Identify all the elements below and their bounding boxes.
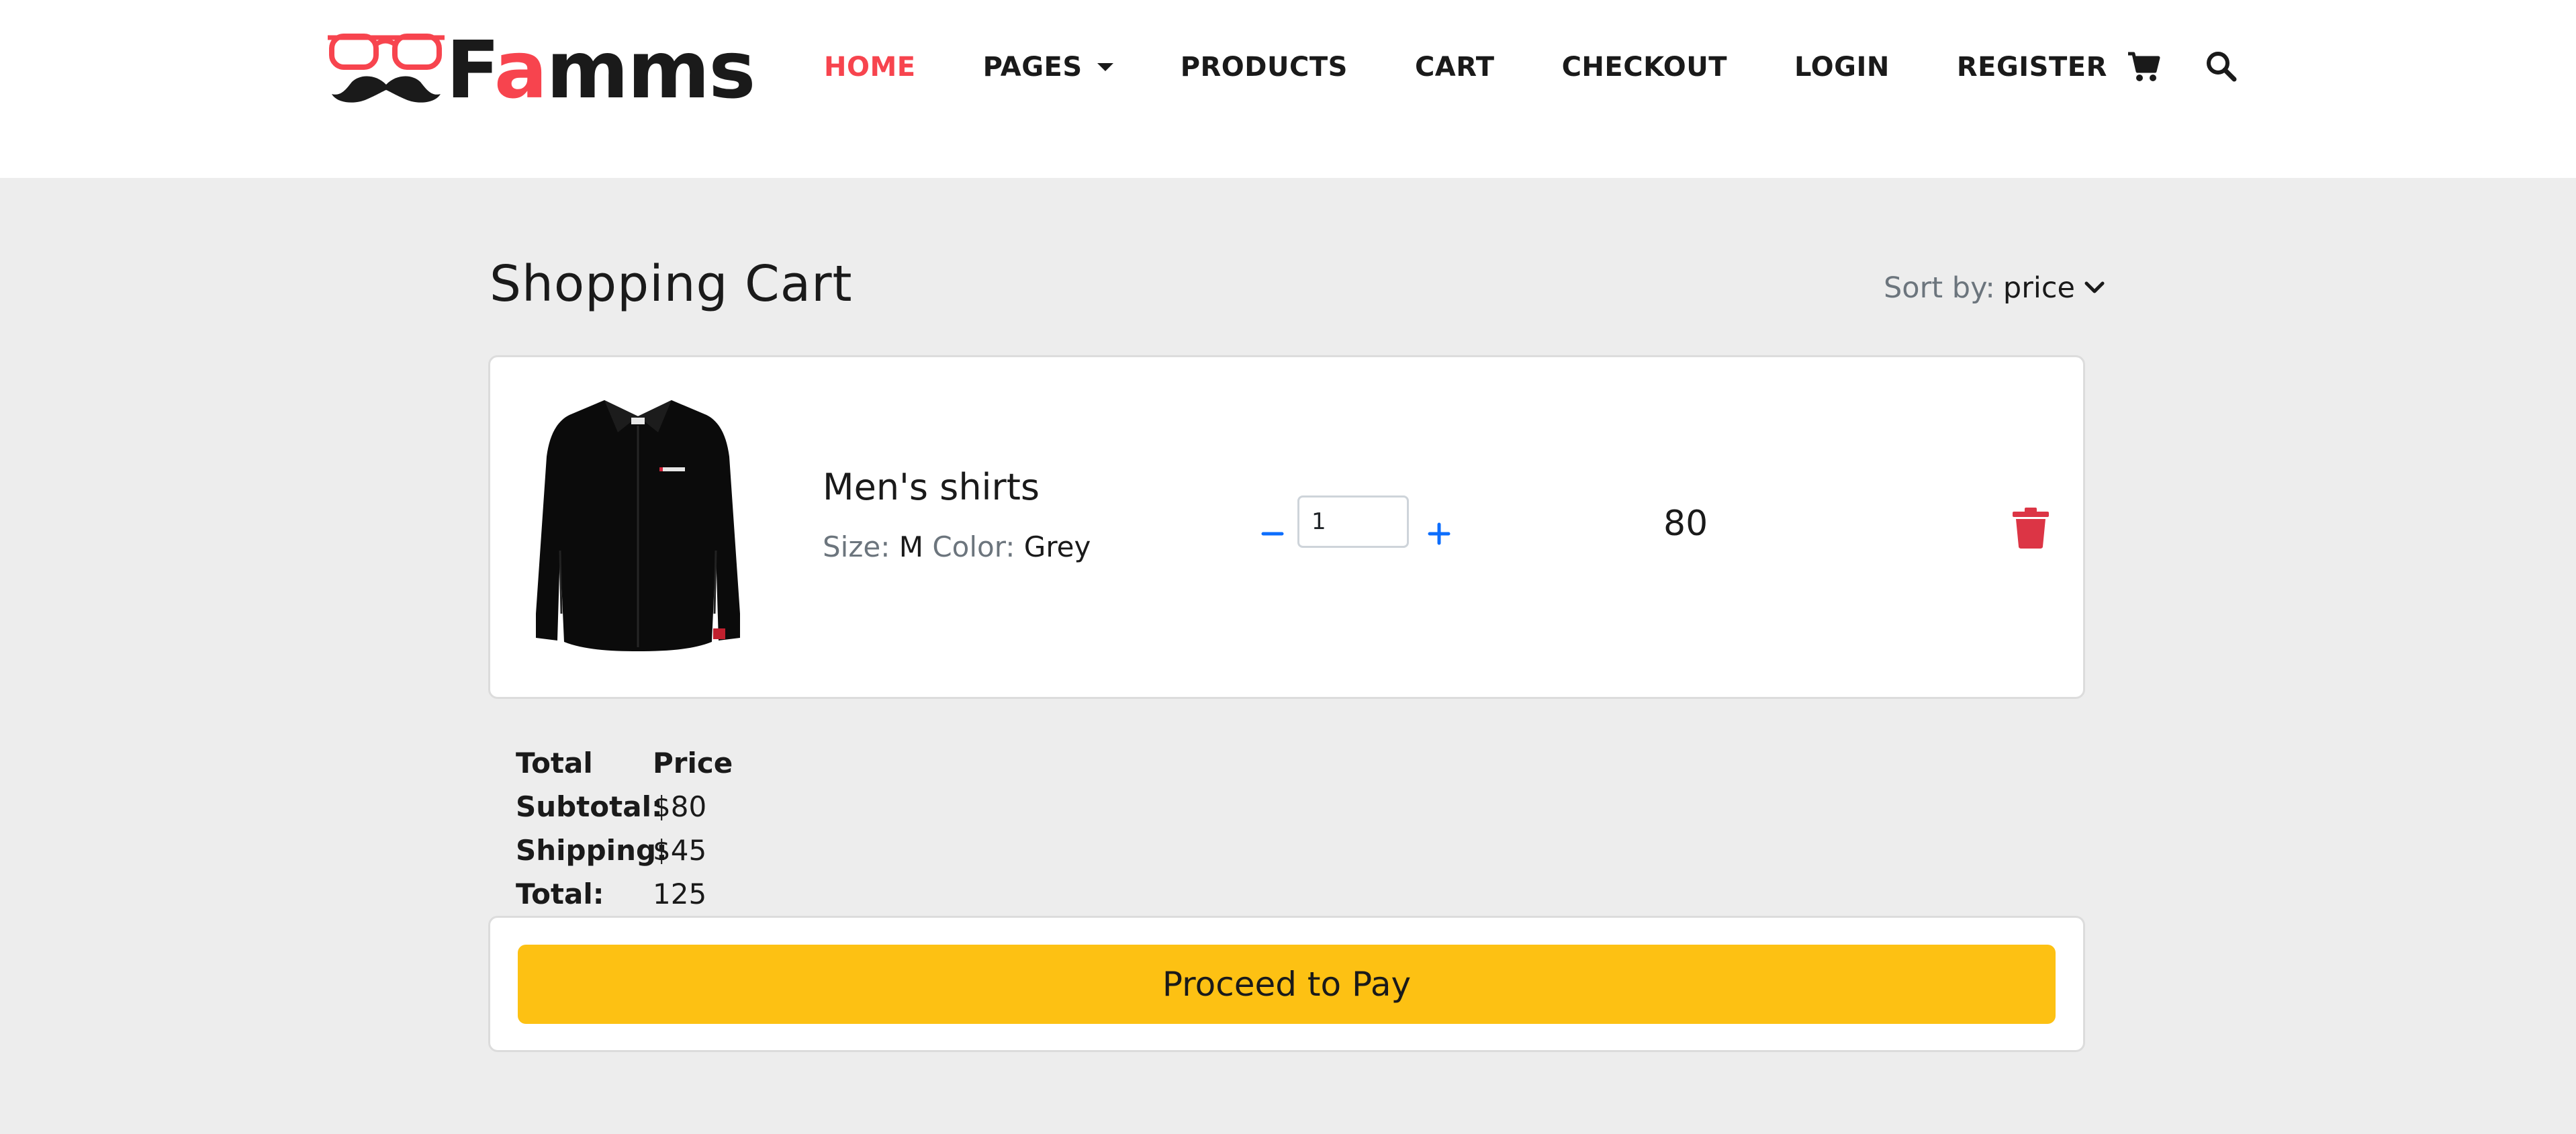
- size-label: Size:: [823, 530, 890, 563]
- shipping-label: Shipping:: [516, 834, 668, 867]
- trash-icon[interactable]: [2011, 506, 2050, 549]
- summary-header: Total Price: [516, 741, 733, 785]
- chevron-down-icon: [2084, 281, 2105, 293]
- search-icon[interactable]: [2203, 48, 2240, 85]
- nav-cart[interactable]: CART: [1415, 52, 1495, 83]
- plus-icon: [1428, 522, 1451, 545]
- nav-products[interactable]: PRODUCTS: [1181, 52, 1348, 83]
- total-value: 125: [653, 878, 707, 910]
- product-image-shirt: [536, 400, 740, 651]
- summary-row-shipping: Shipping: $45: [516, 829, 733, 872]
- summary-row-subtotal: Subtotal: $80: [516, 785, 733, 829]
- brand-logo[interactable]: Famms: [322, 23, 756, 116]
- subtotal-label: Subtotal:: [516, 790, 663, 823]
- checkout-card: Proceed to Pay: [488, 916, 2085, 1052]
- size-value: M: [899, 530, 923, 563]
- summary-header-total: Total: [516, 747, 593, 779]
- minus-icon: [1261, 532, 1284, 536]
- summary-row-total: Total: 125: [516, 872, 733, 916]
- product-name[interactable]: Men's shirts: [823, 466, 1040, 508]
- nav-checkout[interactable]: CHECKOUT: [1562, 52, 1727, 83]
- increase-quantity-button[interactable]: [1419, 514, 1459, 554]
- summary-header-price: Price: [653, 747, 733, 779]
- color-label: Color:: [932, 530, 1015, 563]
- cart-item-card: Men's shirts Size: M Color: Grey 80: [488, 355, 2085, 699]
- subtotal-value: $80: [653, 790, 707, 823]
- nav-pages-label: PAGES: [982, 52, 1083, 83]
- nav-login[interactable]: LOGIN: [1794, 52, 1890, 83]
- total-label: Total:: [516, 878, 604, 910]
- sort-value: price: [2003, 271, 2075, 305]
- nav-home[interactable]: HOME: [824, 52, 916, 83]
- caret-down-icon: [1097, 63, 1113, 71]
- quantity-input[interactable]: [1297, 495, 1409, 548]
- nav-register[interactable]: REGISTER: [1957, 52, 2107, 83]
- brand-name: Famms: [446, 23, 756, 116]
- sort-label: Sort by:: [1884, 271, 1995, 305]
- page-title: Shopping Cart: [490, 255, 853, 313]
- site-header: Famms HOME PAGES PRODUCTS CART CHECKOUT …: [0, 0, 2576, 178]
- order-summary: Total Price Subtotal: $80 Shipping: $45 …: [516, 741, 733, 916]
- proceed-to-pay-button[interactable]: Proceed to Pay: [518, 945, 2056, 1024]
- item-price: 80: [1663, 504, 1708, 544]
- color-value: Grey: [1023, 530, 1091, 563]
- cart-icon[interactable]: [2125, 48, 2162, 85]
- shipping-value: $45: [653, 834, 707, 867]
- product-attributes: Size: M Color: Grey: [823, 530, 1091, 563]
- sort-dropdown[interactable]: Sort by: price: [1884, 269, 2105, 308]
- decrease-quantity-button[interactable]: [1252, 514, 1293, 554]
- main-nav: HOME PAGES PRODUCTS CART CHECKOUT LOGIN …: [824, 42, 2174, 93]
- glasses-mustache-logo-icon: [328, 34, 445, 103]
- nav-pages-dropdown[interactable]: PAGES: [983, 52, 1113, 83]
